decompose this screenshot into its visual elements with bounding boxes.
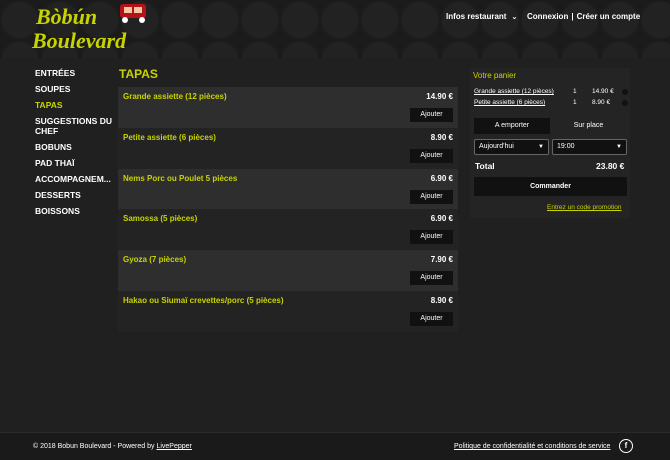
cart-item: Petite assiette (6 pièces) 1 8.90 €	[474, 99, 628, 109]
product-price: 7.90 €	[430, 255, 453, 265]
sidebar-item-pad-thai[interactable]: PAD THAÏ	[35, 158, 115, 168]
product-list: Grande assiette (12 pièces) 14.90 € Ajou…	[118, 87, 458, 332]
copyright-text: © 2018 Bobun Boulevard - Powered by	[33, 443, 157, 450]
facebook-icon[interactable]: f	[619, 439, 633, 453]
login-link[interactable]: Connexion	[527, 12, 568, 21]
logo[interactable]: Bòbún Boulevard	[31, 0, 167, 54]
product-row: Gyoza (7 pièces) 7.90 € Ajouter	[118, 250, 458, 291]
product-price: 8.90 €	[430, 295, 453, 305]
order-button[interactable]: Commander	[474, 177, 627, 196]
add-button[interactable]: Ajouter	[410, 108, 453, 122]
product-row: Nems Porc ou Poulet 5 pièces 6.90 € Ajou…	[118, 168, 458, 210]
cart-item-qty: 1	[573, 99, 577, 106]
sidebar-item-entrees[interactable]: ENTRÉES	[35, 68, 115, 78]
product-name: Grande assiette (12 pièces)	[123, 92, 227, 101]
time-select[interactable]: 19:00 ▼	[552, 139, 627, 155]
add-button[interactable]: Ajouter	[410, 189, 453, 204]
product-name: Gyoza (7 pièces)	[123, 255, 187, 265]
total-value: 23.80 €	[596, 161, 625, 171]
remove-item-icon[interactable]	[622, 89, 628, 95]
livepepper-link[interactable]: LivePepper	[156, 443, 191, 450]
mode-dinein-tab[interactable]: Sur place	[550, 118, 627, 134]
cart-item-qty: 1	[573, 88, 577, 95]
chevron-down-icon: ⌄	[511, 14, 518, 21]
add-button[interactable]: Ajouter	[410, 271, 453, 286]
cart-item: Grande assiette (12 pièces) 1 14.90 €	[474, 88, 628, 98]
svg-text:Bòbún: Bòbún	[35, 4, 97, 29]
sidebar-item-soupes[interactable]: SOUPES	[35, 84, 115, 94]
logo-graphic: Bòbún Boulevard	[31, 4, 146, 53]
day-select-value: Aujourd'hui	[479, 143, 514, 150]
cart-item-price: 8.90 €	[592, 99, 611, 106]
mode-takeaway-tab[interactable]: A emporter	[474, 118, 550, 134]
product-name: Petite assiette (6 pièces)	[123, 132, 216, 142]
signup-link[interactable]: Créer un compte	[577, 12, 641, 21]
product-price: 6.90 €	[430, 173, 453, 183]
category-sidebar: ENTRÉES SOUPES TAPAS SUGGESTIONS DU CHEF…	[35, 68, 115, 222]
total-label: Total	[475, 161, 495, 171]
footer: © 2018 Bobun Boulevard - Powered by Live…	[0, 432, 670, 460]
privacy-link[interactable]: Politique de confidentialité et conditio…	[454, 443, 610, 450]
sidebar-item-boissons[interactable]: BOISSONS	[35, 206, 115, 216]
product-price: 14.90 €	[426, 92, 453, 101]
product-name: Samossa (5 pièces)	[123, 214, 198, 224]
promo-code-link[interactable]: Entrez un code promotion	[547, 204, 621, 211]
product-row: Grande assiette (12 pièces) 14.90 € Ajou…	[118, 87, 458, 128]
header: Bòbún Boulevard Infos restaurant ⌄ Connex…	[0, 0, 670, 58]
chevron-down-icon: ▼	[616, 144, 622, 150]
product-price: 6.90 €	[430, 214, 453, 224]
cart-item-name[interactable]: Grande assiette (12 pièces)	[474, 88, 554, 95]
footer-copyright: © 2018 Bobun Boulevard - Powered by Live…	[33, 443, 192, 450]
product-row: Samossa (5 pièces) 6.90 € Ajouter	[118, 209, 458, 251]
product-row: Petite assiette (6 pièces) 8.90 € Ajoute…	[118, 127, 458, 169]
sidebar-item-suggestions[interactable]: SUGGESTIONS DU CHEF	[35, 116, 115, 136]
cart-item-name[interactable]: Petite assiette (6 pièces)	[474, 99, 545, 106]
cart-item-price: 14.90 €	[592, 88, 614, 95]
sidebar-item-bobuns[interactable]: BOBUNS	[35, 142, 115, 152]
nav-info-label: Infos restaurant	[446, 12, 507, 21]
nav-info-restaurant[interactable]: Infos restaurant ⌄	[446, 12, 517, 21]
chevron-down-icon: ▼	[538, 144, 544, 150]
product-name: Nems Porc ou Poulet 5 pièces	[123, 173, 238, 183]
time-select-value: 19:00	[557, 143, 575, 150]
section-title: TAPAS	[119, 67, 158, 81]
add-button[interactable]: Ajouter	[410, 311, 453, 326]
svg-text:Boulevard: Boulevard	[32, 28, 127, 53]
product-row: Hakao ou Siumaï crevettes/porc (5 pièces…	[118, 290, 458, 332]
product-name: Hakao ou Siumaï crevettes/porc (5 pièces…	[123, 295, 284, 305]
add-button[interactable]: Ajouter	[410, 148, 453, 163]
product-price: 8.90 €	[430, 132, 453, 142]
add-button[interactable]: Ajouter	[410, 230, 453, 245]
nav-separator: |	[571, 12, 574, 21]
sidebar-item-accompagnements[interactable]: ACCOMPAGNEM...	[35, 174, 115, 184]
cart-title: Votre panier	[473, 71, 517, 80]
sidebar-item-tapas[interactable]: TAPAS	[35, 100, 115, 110]
sidebar-item-desserts[interactable]: DESSERTS	[35, 190, 115, 200]
account-nav: Connexion | Créer un compte	[527, 12, 640, 21]
remove-item-icon[interactable]	[622, 100, 628, 106]
day-select[interactable]: Aujourd'hui ▼	[474, 139, 549, 155]
